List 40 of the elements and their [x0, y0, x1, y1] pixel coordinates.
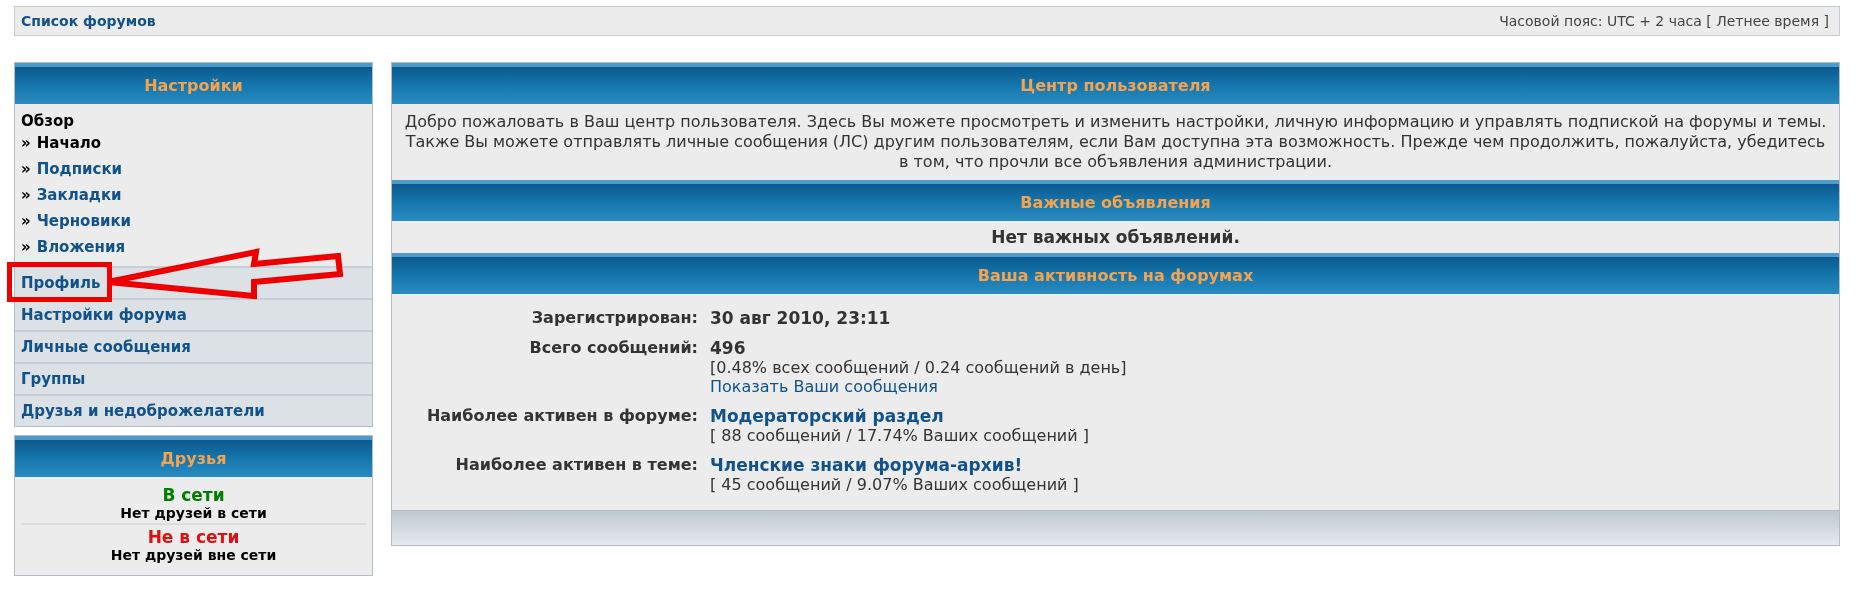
nav-link[interactable]: Черновики: [36, 212, 132, 230]
panel-header: Центр пользователя: [392, 63, 1839, 104]
status-heading: Не в сети: [146, 527, 241, 547]
bullet-mark: »: [21, 186, 31, 204]
panel-header: Настройки: [15, 63, 372, 104]
stat-detail: [0.48% всех сообщений / 0.24 сообщений в день]: [710, 358, 1128, 377]
panel-header: Друзья: [15, 436, 372, 477]
bullet-mark: »: [21, 238, 31, 256]
panel-header: Ваша активность на форумах: [392, 253, 1839, 294]
bullet-mark: »: [21, 160, 31, 178]
stat-detail: [ 88 сообщений / 17.74% Ваших сообщений ]: [710, 426, 1090, 445]
forum-list-link[interactable]: Список форумов: [21, 13, 156, 29]
stat-value: 496: [710, 338, 746, 358]
intro-text: Добро пожаловать в Ваш центр пользователя. Здесь Вы можете просмотреть и изменить настройки, личную информацию и управлять подпиской на форумы и темы. Также Вы можете отправлять личные сообщения (ЛС) другим пользователям, если Вам доступна эта возможность. Прежде чем продолжить, пожалуйста, убедитесь в том, что прочли все объявления администрации.: [403, 111, 1828, 173]
stat-link[interactable]: Модераторский раздел: [710, 406, 944, 426]
section-title: Обзор: [21, 112, 75, 130]
nav-link[interactable]: Закладки: [36, 186, 122, 204]
panel-header: Важные объявления: [392, 180, 1839, 221]
bullet-mark: »: [21, 134, 31, 152]
nav-section-link[interactable]: Группы: [15, 362, 372, 394]
show-posts-link[interactable]: Показать Ваши сообщения: [710, 377, 938, 396]
nav-section-link[interactable]: Друзья и недоброжелатели: [15, 394, 372, 426]
nav-link[interactable]: Подписки: [36, 160, 123, 178]
nav-link[interactable]: Начало: [36, 134, 102, 152]
status-text: Нет друзей в сети: [119, 505, 268, 521]
timezone-text: Часовой пояс: UTC + 2 часа [ Летнее время ]: [1499, 13, 1829, 29]
stat-label: Всего сообщений:: [528, 338, 698, 359]
status-text: Нет друзей вне сети: [109, 547, 278, 563]
nav-section-link[interactable]: Настройки форума: [15, 298, 372, 330]
stat-detail: [ 45 сообщений / 9.07% Ваших сообщений ]: [710, 475, 1080, 494]
stat-label: Зарегистрирован:: [530, 308, 698, 328]
nav-link[interactable]: Вложения: [36, 238, 126, 256]
status-heading: В сети: [161, 485, 226, 505]
nav-section-link[interactable]: Личные сообщения: [15, 330, 372, 362]
announcements-text: Нет важных объявлений.: [990, 226, 1241, 249]
stat-value: 30 авг 2010, 23:11: [710, 308, 891, 328]
stat-link[interactable]: Членские знаки форума-архив!: [710, 455, 1023, 475]
bullet-mark: »: [21, 212, 31, 230]
stat-label: Наиболее активен в форуме:: [425, 406, 698, 427]
stat-label: Наиболее активен в теме:: [454, 455, 698, 476]
